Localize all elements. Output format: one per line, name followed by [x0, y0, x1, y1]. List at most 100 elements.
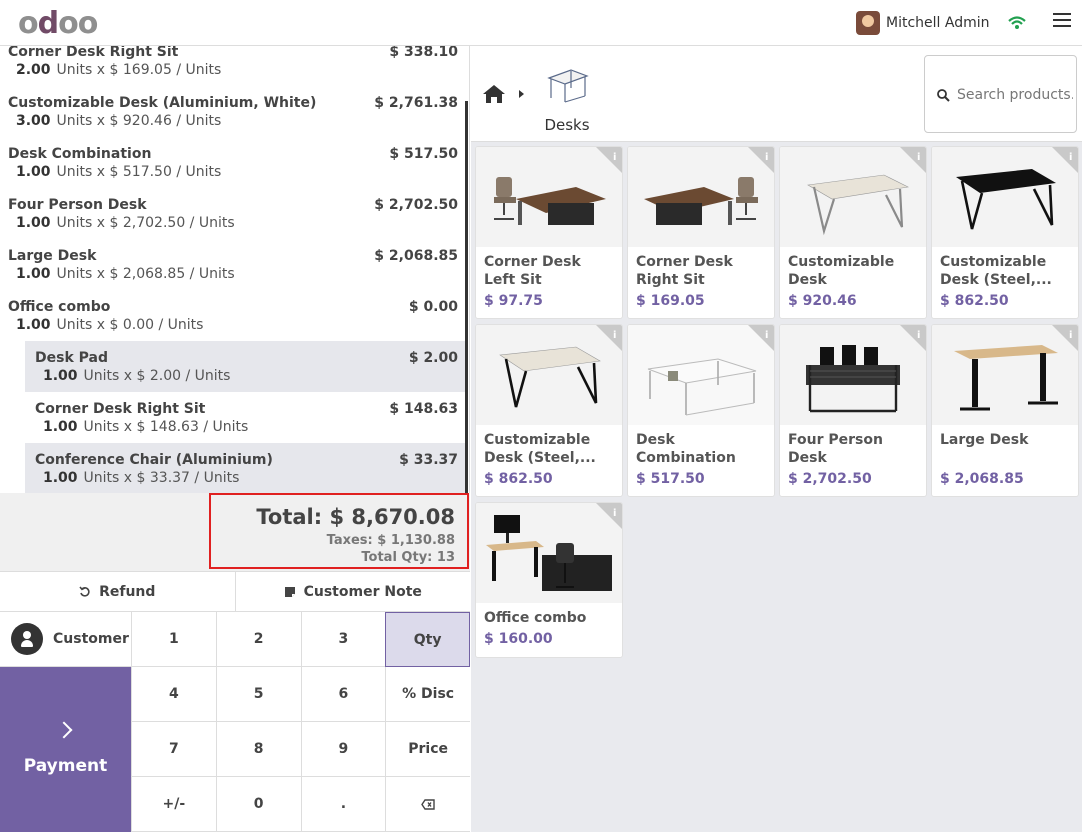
product-card[interactable]: i Customizable Desk (Steel,... $ 862.50: [475, 324, 623, 497]
order-line-name: Office combo: [8, 299, 111, 315]
order-line-price: $ 2,068.85: [374, 248, 458, 264]
order-line-detail: 1.00 Units x $ 0.00 / Units: [16, 317, 204, 333]
product-pane: Desks i Corner Desk Left Sit $ 97.: [471, 46, 1082, 832]
info-icon[interactable]: i: [592, 147, 622, 177]
order-totals: Total: $ 8,670.08 Taxes: $ 1,130.88 Tota…: [209, 493, 469, 569]
customer-note-label: Customer Note: [303, 583, 422, 600]
product-card[interactable]: i Desk Combination $ 517.50: [627, 324, 775, 497]
svg-text:i: i: [613, 152, 616, 163]
product-card[interactable]: i Customizable Desk (Steel,... $ 862.50: [931, 146, 1079, 319]
order-pane: Corner Desk Right Sit $ 338.10 2.00 Units…: [0, 46, 470, 832]
hamburger-menu-icon[interactable]: [1053, 13, 1071, 31]
search-input[interactable]: [957, 84, 1073, 106]
customer-button[interactable]: Customer: [0, 612, 131, 667]
user-avatar: [856, 11, 880, 35]
order-line-price: $ 33.37: [399, 452, 458, 468]
order-line-name: Corner Desk Right Sit: [8, 46, 179, 60]
chevron-right-icon: [55, 721, 72, 738]
order-line[interactable]: Customizable Desk (Aluminium, White) $ 2…: [0, 95, 466, 146]
order-line-price: $ 0.00: [408, 299, 458, 315]
order-line[interactable]: Four Person Desk $ 2,702.50 1.00 Units x …: [0, 197, 466, 248]
combo-sub-line[interactable]: Corner Desk Right Sit $ 148.63 1.00 Units…: [25, 392, 466, 443]
order-line-detail: 2.00 Units x $ 169.05 / Units: [16, 62, 222, 78]
numpad-decimal[interactable]: .: [300, 777, 386, 832]
user-menu[interactable]: Mitchell Admin: [856, 10, 990, 36]
info-icon[interactable]: i: [592, 503, 622, 533]
numpad-backspace[interactable]: [385, 777, 470, 832]
product-card[interactable]: i Customizable Desk (Aluminiu... $ 920.4…: [779, 146, 927, 319]
product-price: $ 2,702.50: [788, 471, 872, 487]
product-name: Customizable Desk (Steel,...: [940, 254, 1052, 288]
order-line-detail: 1.00 Units x $ 517.50 / Units: [16, 164, 222, 180]
product-card[interactable]: i Office combo $ 160.00: [475, 502, 623, 658]
info-icon[interactable]: i: [744, 147, 774, 177]
product-price: $ 160.00: [484, 631, 553, 647]
numpad-6[interactable]: 6: [300, 667, 386, 722]
search-icon: [937, 89, 950, 102]
product-price: $ 862.50: [484, 471, 553, 487]
category-desks[interactable]: Desks: [537, 66, 597, 136]
numpad-price-mode[interactable]: Price: [385, 722, 470, 777]
numpad-4[interactable]: 4: [131, 667, 216, 722]
info-icon[interactable]: i: [896, 147, 926, 177]
product-name: Large Desk: [940, 432, 1029, 448]
product-card[interactable]: i Large Desk $ 2,068.85: [931, 324, 1079, 497]
top-header: odoo Mitchell Admin: [0, 0, 1082, 46]
odoo-logo: odoo: [18, 6, 98, 41]
order-total: Total: $ 8,670.08: [256, 505, 455, 529]
order-line-price: $ 517.50: [389, 146, 458, 162]
combo-sub-line-selected[interactable]: Conference Chair (Aluminium) $ 33.37 1.0…: [25, 443, 466, 494]
numpad-2[interactable]: 2: [215, 612, 301, 667]
numpad-1[interactable]: 1: [131, 612, 216, 667]
svg-text:i: i: [1069, 152, 1072, 163]
product-name: Office combo: [484, 610, 587, 626]
order-line[interactable]: Corner Desk Right Sit $ 338.10 2.00 Units…: [0, 46, 466, 95]
svg-text:i: i: [917, 152, 920, 163]
numpad-9[interactable]: 9: [300, 722, 386, 777]
order-line-price: $ 2,702.50: [374, 197, 458, 213]
product-price: $ 2,068.85: [940, 471, 1024, 487]
order-line-name: Conference Chair (Aluminium): [35, 452, 273, 468]
home-icon[interactable]: [482, 84, 506, 104]
numpad-discount-mode[interactable]: % Disc: [385, 667, 470, 722]
order-line[interactable]: Large Desk $ 2,068.85 1.00 Units x $ 2,06…: [0, 248, 466, 299]
customer-label: Customer: [53, 631, 129, 647]
order-lines-list[interactable]: Corner Desk Right Sit $ 338.10 2.00 Units…: [0, 46, 470, 494]
info-icon[interactable]: i: [896, 325, 926, 355]
order-line-detail: 3.00 Units x $ 920.46 / Units: [16, 113, 222, 129]
order-line-name: Desk Pad: [35, 350, 108, 366]
payment-button[interactable]: Payment: [0, 667, 131, 832]
order-line-detail: 1.00 Units x $ 2,068.85 / Units: [16, 266, 235, 282]
combo-sub-line[interactable]: Desk Pad $ 2.00 1.00 Units x $ 2.00 / Uni…: [25, 341, 466, 392]
wifi-icon: [1008, 16, 1026, 29]
numpad-qty-mode[interactable]: Qty: [385, 612, 470, 667]
order-line[interactable]: Desk Combination $ 517.50 1.00 Units x $ …: [0, 146, 466, 197]
numpad-plus-minus[interactable]: +/-: [131, 777, 216, 832]
info-icon[interactable]: i: [1048, 147, 1078, 177]
numpad-7[interactable]: 7: [131, 722, 216, 777]
breadcrumb-caret-icon: [519, 90, 524, 98]
product-name: Customizable Desk (Aluminiu...: [788, 254, 895, 288]
numpad-3[interactable]: 3: [300, 612, 386, 667]
numpad-0[interactable]: 0: [215, 777, 301, 832]
refund-button[interactable]: Refund: [0, 572, 235, 611]
info-icon[interactable]: i: [744, 325, 774, 355]
payment-label: Payment: [23, 755, 108, 776]
product-price: $ 862.50: [940, 293, 1009, 309]
product-price: $ 169.05: [636, 293, 705, 309]
product-name: Desk Combination: [636, 432, 736, 466]
info-icon[interactable]: i: [592, 325, 622, 355]
order-scrollbar[interactable]: [465, 101, 468, 494]
numpad-5[interactable]: 5: [215, 667, 301, 722]
numpad-8[interactable]: 8: [215, 722, 301, 777]
order-line-price: $ 2.00: [408, 350, 458, 366]
customer-note-button[interactable]: Customer Note: [234, 572, 471, 611]
refund-label: Refund: [99, 583, 156, 600]
product-card[interactable]: i Four Person Desk $ 2,702.50: [779, 324, 927, 497]
order-total-qty: Total Qty: 13: [361, 550, 455, 565]
product-card[interactable]: i Corner Desk Left Sit $ 97.75: [475, 146, 623, 319]
search-box[interactable]: [924, 55, 1077, 133]
info-icon[interactable]: i: [1048, 325, 1078, 355]
product-card[interactable]: i Corner Desk Right Sit $ 169.05: [627, 146, 775, 319]
product-name: Four Person Desk: [788, 432, 883, 466]
